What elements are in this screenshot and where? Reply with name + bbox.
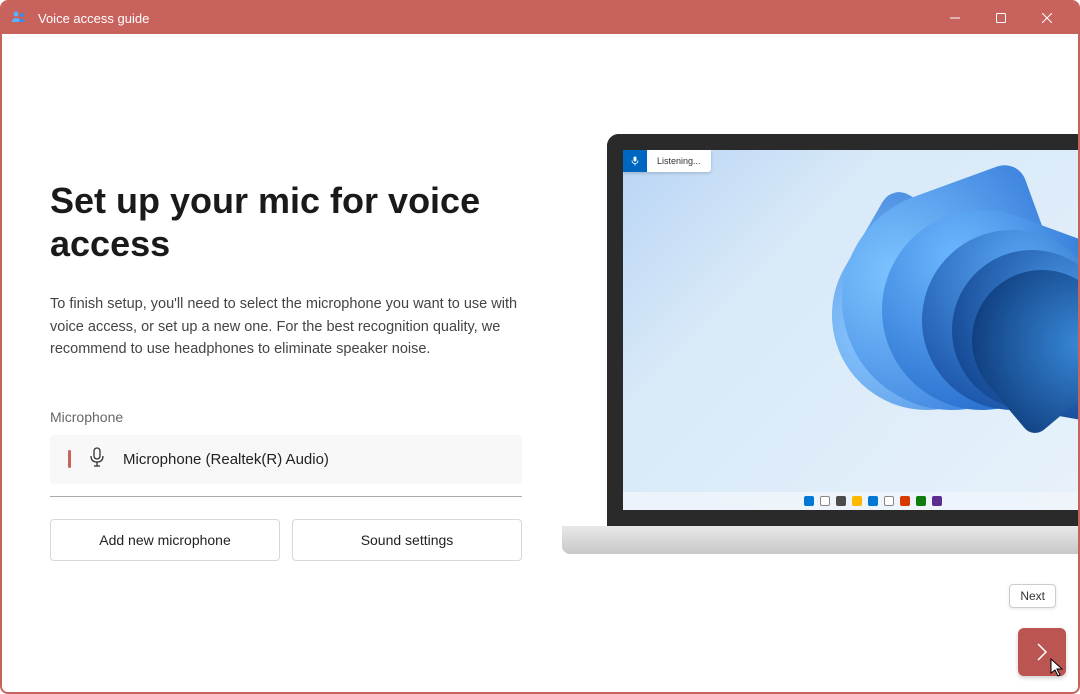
voice-status-text: Listening... [647,156,711,166]
titlebar: Voice access guide [2,2,1078,34]
edge-icon [868,496,878,506]
preview-pane: Listening... [562,34,1078,692]
laptop-screen: Listening... [607,134,1078,526]
microphone-name: Microphone (Realtek(R) Audio) [123,451,329,468]
app-icon-2 [916,496,926,506]
minimize-button[interactable] [932,2,978,34]
next-tooltip: Next [1009,584,1056,608]
laptop-illustration: Listening... [562,134,1078,554]
app-icon-1 [900,496,910,506]
add-microphone-label: Add new microphone [99,532,231,548]
microphone-selector[interactable]: Microphone (Realtek(R) Audio) [50,435,522,484]
window-controls [932,2,1070,34]
app-icon [10,9,28,27]
button-row: Add new microphone Sound settings [50,519,522,561]
laptop-base [562,526,1078,554]
chevron-right-icon [1035,641,1049,663]
voice-access-bar: Listening... [623,150,711,172]
setup-pane: Set up your mic for voice access To fini… [2,34,562,692]
selection-accent [68,450,71,468]
close-button[interactable] [1024,2,1070,34]
add-microphone-button[interactable]: Add new microphone [50,519,280,561]
maximize-button[interactable] [978,2,1024,34]
taskbar [623,492,1078,510]
page-description: To finish setup, you'll need to select t… [50,293,530,360]
content: Set up your mic for voice access To fini… [2,34,1078,692]
window-title: Voice access guide [38,11,932,26]
store-icon [884,496,894,506]
sound-settings-button[interactable]: Sound settings [292,519,522,561]
taskview-icon [836,496,846,506]
next-button[interactable] [1018,628,1066,676]
desktop-wallpaper: Listening... [623,150,1078,510]
start-icon [804,496,814,506]
explorer-icon [852,496,862,506]
page-heading: Set up your mic for voice access [50,179,542,265]
voice-mic-icon [623,150,647,172]
microphone-icon [89,447,105,472]
search-icon [820,496,830,506]
window: Voice access guide Set up your mic for v… [0,0,1080,694]
app-icon-3 [932,496,942,506]
divider [50,496,522,497]
sound-settings-label: Sound settings [361,532,454,548]
bloom-graphic [802,150,1078,510]
microphone-label: Microphone [50,409,542,425]
